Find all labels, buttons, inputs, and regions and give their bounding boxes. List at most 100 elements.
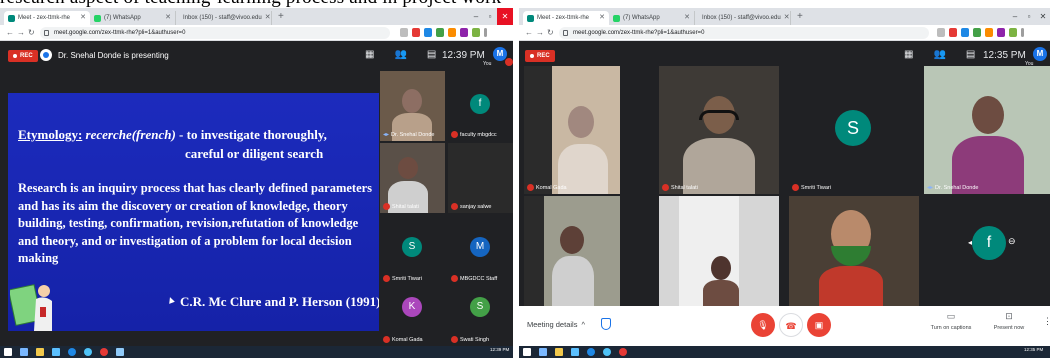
tab-whatsapp[interactable]: (7) WhatsApp ✕ [90, 11, 176, 25]
shield-icon[interactable] [601, 318, 611, 330]
participant-tile[interactable]: f ◂ ⊖ [924, 196, 1050, 306]
task-view-icon[interactable] [539, 348, 547, 356]
menu-icon[interactable] [1021, 28, 1024, 37]
extension-icon[interactable] [973, 28, 981, 37]
extension-icon[interactable] [985, 28, 993, 37]
tab-meet[interactable]: Meet - zex-ttmk-rhe ✕ [4, 11, 90, 25]
close-tab-icon[interactable]: ✕ [784, 11, 790, 25]
leave-call-button[interactable]: ☎ [779, 313, 803, 337]
minimize-icon[interactable]: – [469, 8, 483, 25]
star-icon[interactable] [937, 28, 945, 37]
new-tab-button[interactable]: + [797, 11, 803, 23]
edge-icon[interactable] [68, 348, 76, 356]
mic-off-icon [662, 184, 669, 191]
reload-icon[interactable]: ↻ [547, 27, 554, 39]
participant-tile[interactable]: S Swati Singh [448, 287, 513, 346]
grid-layout-icon[interactable]: ▦ [904, 49, 913, 60]
tab-meet[interactable]: Meet - zex-ttmk-rhe ✕ [523, 11, 609, 25]
present-label: Present now [993, 325, 1025, 331]
participant-name: Smriti Tiwari [792, 184, 831, 191]
participant-tile[interactable]: K Komal Gada [380, 287, 445, 346]
close-tab-icon[interactable]: ✕ [165, 11, 171, 25]
tab-whatsapp[interactable]: (7) WhatsApp ✕ [609, 11, 695, 25]
camera-toggle-button[interactable]: ▣ [807, 313, 831, 337]
present-now-button[interactable]: ⊡ Present now [979, 311, 1039, 331]
meeting-details-button[interactable]: Meeting details ^ [527, 320, 585, 329]
participant-tile[interactable]: ◂▸ Dr. Snehal Donde [380, 71, 445, 141]
more-options-icon[interactable]: ⋮ [1043, 316, 1050, 327]
extension-icon[interactable] [424, 28, 432, 37]
extension-icon[interactable] [460, 28, 468, 37]
chat-icon[interactable]: ▤ [966, 49, 975, 60]
edge-icon[interactable] [587, 348, 595, 356]
close-window-icon[interactable]: ✕ [1036, 8, 1050, 25]
options-icon[interactable]: ⊖ [1008, 236, 1016, 247]
new-tab-button[interactable]: + [278, 11, 284, 23]
windows-start-icon[interactable] [523, 348, 531, 356]
participant-tile[interactable] [659, 196, 779, 306]
participant-tile[interactable] [524, 196, 620, 306]
extension-icon[interactable] [448, 28, 456, 37]
back-icon[interactable]: ← [525, 27, 533, 39]
captions-label: Turn on captions [930, 325, 972, 331]
chat-icon[interactable]: ▤ [427, 49, 436, 60]
mic-toggle-button[interactable]: 🎙 [751, 313, 775, 337]
grid-layout-icon[interactable]: ▦ [365, 49, 374, 60]
windows-start-icon[interactable] [4, 348, 12, 356]
extension-icon[interactable] [997, 28, 1005, 37]
chrome-icon[interactable] [100, 348, 108, 356]
captions-button[interactable]: ▭ Turn on captions [921, 311, 981, 331]
participant-name: Komal Gada [383, 336, 423, 343]
participant-tile[interactable]: S Smriti Tiwari [789, 66, 919, 194]
ie-icon[interactable] [84, 348, 92, 356]
close-tab-icon[interactable]: ✕ [599, 11, 605, 25]
forward-icon[interactable]: → [17, 27, 25, 39]
participant-tile[interactable] [789, 196, 919, 306]
extension-icon[interactable] [949, 28, 957, 37]
tab-gmail[interactable]: Inbox (150) - staff@vivoo.edu ✕ [176, 11, 272, 25]
extension-icon[interactable] [436, 28, 444, 37]
avatar[interactable]: M [1033, 47, 1047, 61]
participant-tile[interactable]: S Smriti Tiwari [380, 215, 445, 285]
close-tab-icon[interactable]: ✕ [684, 11, 690, 25]
participant-tile[interactable]: ◂▸ Dr. Snehal Donde [924, 66, 1050, 194]
app-icon[interactable] [116, 348, 124, 356]
people-icon[interactable]: 👥 [394, 49, 406, 60]
extension-icon[interactable] [961, 28, 969, 37]
window-controls: – ▫ ✕ [469, 8, 513, 25]
people-icon[interactable]: 👥 [933, 49, 945, 60]
url-field[interactable]: meet.google.com/zex-ttmk-rhe?pli=1&authu… [559, 27, 929, 39]
maximize-icon[interactable]: ▫ [483, 8, 497, 25]
reload-icon[interactable]: ↻ [28, 27, 35, 39]
store-icon[interactable] [571, 348, 579, 356]
forward-icon[interactable]: → [536, 27, 544, 39]
star-icon[interactable] [400, 28, 408, 37]
extension-icon[interactable] [1009, 28, 1017, 37]
participant-tile[interactable]: M MBGDCC Staff [448, 215, 513, 285]
close-tab-icon[interactable]: ✕ [265, 11, 271, 25]
extension-icon[interactable] [412, 28, 420, 37]
task-view-icon[interactable] [20, 348, 28, 356]
participant-video [524, 66, 620, 194]
participant-video [659, 196, 779, 306]
left-screenshot: Meet - zex-ttmk-rhe ✕ (7) WhatsApp ✕ Inb… [0, 8, 513, 358]
file-explorer-icon[interactable] [555, 348, 563, 356]
store-icon[interactable] [52, 348, 60, 356]
participant-tile[interactable]: sanjay salwe [448, 143, 513, 213]
participant-tile[interactable]: f faculty mbgdcc [448, 71, 513, 141]
tab-gmail[interactable]: Inbox (150) - staff@vivoo.edu ✕ [695, 11, 791, 25]
participant-tile[interactable]: Shital talati [380, 143, 445, 213]
file-explorer-icon[interactable] [36, 348, 44, 356]
maximize-icon[interactable]: ▫ [1022, 8, 1036, 25]
close-tab-icon[interactable]: ✕ [80, 11, 86, 25]
back-icon[interactable]: ← [6, 27, 14, 39]
participant-tile[interactable]: Komal Gada [524, 66, 620, 194]
extension-icon[interactable] [472, 28, 480, 37]
close-window-icon[interactable]: ✕ [497, 8, 513, 25]
url-field[interactable]: meet.google.com/zex-ttmk-rhe?pli=1&authu… [40, 27, 390, 39]
menu-icon[interactable] [484, 28, 487, 37]
ie-icon[interactable] [603, 348, 611, 356]
participant-tile[interactable]: Shital talati [659, 66, 779, 194]
chrome-icon[interactable] [619, 348, 627, 356]
minimize-icon[interactable]: – [1008, 8, 1022, 25]
